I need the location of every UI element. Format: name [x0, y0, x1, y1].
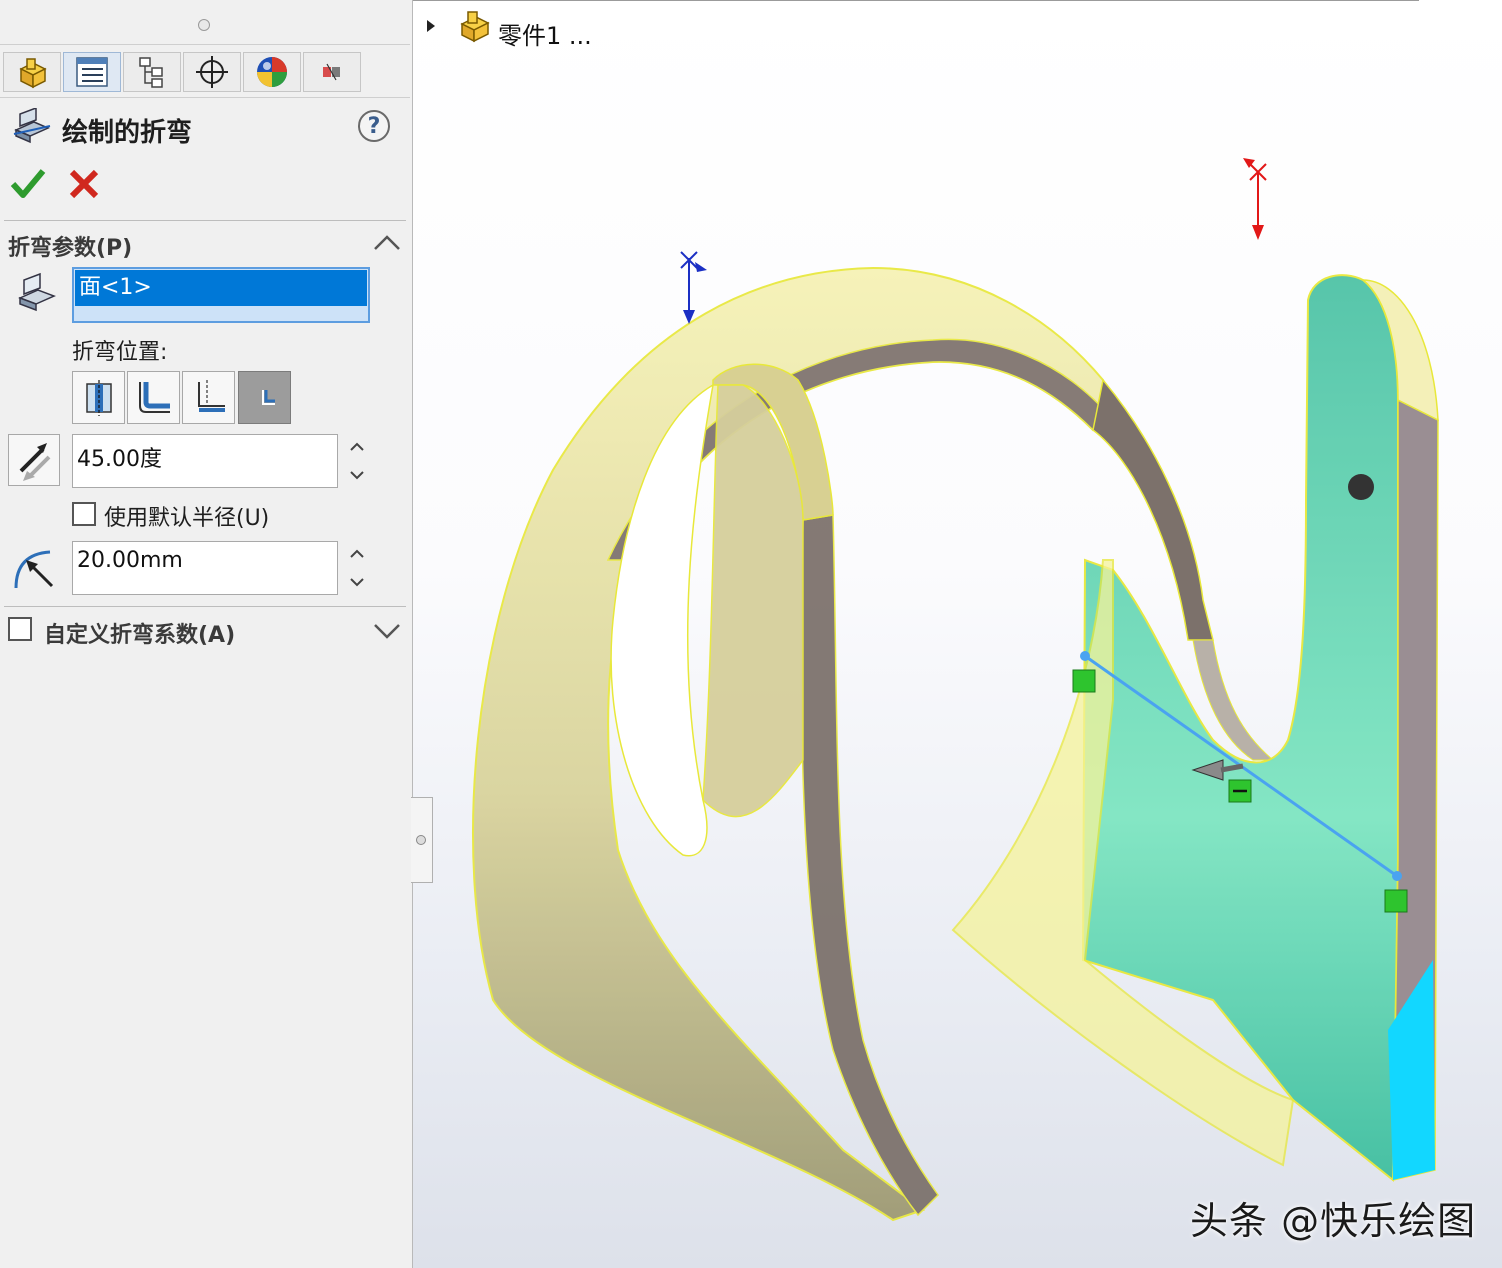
- bend-radius-icon: [14, 550, 54, 589]
- panel-collapse-tab[interactable]: [411, 797, 433, 883]
- selected-face-item[interactable]: 面<1>: [75, 270, 367, 306]
- coincident-relation-icon: [1384, 889, 1408, 913]
- manager-tab-bar: [0, 44, 410, 98]
- checkmark-icon: [10, 169, 46, 198]
- spin-up-icon: [350, 549, 364, 558]
- tab-extra[interactable]: [303, 52, 361, 92]
- tab-feature-manager[interactable]: [3, 52, 61, 92]
- bend-position-outside-button[interactable]: [238, 371, 291, 424]
- use-default-radius-checkbox[interactable]: [72, 502, 96, 526]
- chevron-down-icon[interactable]: [372, 620, 402, 642]
- blue-axis-indicator: [680, 251, 707, 324]
- sketched-bend-icon: [13, 108, 51, 144]
- property-manager-title: 绘制的折弯: [62, 118, 193, 148]
- configuration-tree-icon: [139, 57, 163, 88]
- close-icon: [69, 169, 99, 199]
- bend-parameters-section-title[interactable]: 折弯参数(P): [8, 230, 132, 262]
- tab-property-manager[interactable]: [63, 52, 121, 92]
- reverse-direction-icon: [19, 443, 51, 481]
- tab-display-manager[interactable]: [243, 52, 301, 92]
- use-default-radius-label[interactable]: 使用默认半径(U): [104, 500, 269, 532]
- crosshair-icon: [196, 56, 228, 88]
- reverse-direction-button[interactable]: [8, 434, 60, 486]
- collapse-handle-icon: [416, 835, 426, 845]
- divider: [4, 606, 406, 607]
- property-manager-header: 绘制的折弯 ?: [10, 104, 406, 154]
- spin-up-icon: [350, 442, 364, 451]
- face-select-icon: [18, 272, 56, 312]
- part-cube-icon: [19, 58, 47, 89]
- bend-centerline-icon: [85, 379, 112, 416]
- bend-outside-icon: [261, 389, 275, 405]
- part-icon: [460, 11, 490, 43]
- custom-bend-allowance-title[interactable]: 自定义折弯系数(A): [44, 617, 235, 649]
- small-tool-icon: [323, 63, 340, 81]
- tab-dimxpert-manager[interactable]: [183, 52, 241, 92]
- bend-position-centerline-button[interactable]: [72, 371, 125, 424]
- coincident-relation-icon: [1072, 669, 1096, 693]
- part-name[interactable]: 零件1 ...: [498, 16, 592, 51]
- custom-bend-allowance-checkbox[interactable]: [8, 617, 32, 641]
- property-manager-panel: 绘制的折弯 ? 折弯参数(P) 面<1> 折弯位置: 45.00度 使用默认半径…: [0, 0, 413, 1268]
- ok-button[interactable]: [10, 166, 46, 202]
- material-outside-icon: [197, 379, 225, 412]
- bend-position-material-inside-button[interactable]: [127, 371, 180, 424]
- property-list-icon: [76, 57, 108, 87]
- bend-radius-input[interactable]: 20.00mm: [72, 541, 338, 595]
- hole: [1348, 474, 1374, 500]
- sheet-metal-model[interactable]: [413, 0, 1502, 1268]
- red-axis-indicator: [1243, 158, 1267, 240]
- bend-angle-input[interactable]: 45.00度: [72, 434, 338, 488]
- face-selection-box[interactable]: 面<1>: [72, 267, 370, 323]
- material-inside-icon: [138, 381, 170, 413]
- help-button[interactable]: ?: [358, 110, 390, 142]
- watermark-text: 头条 @快乐绘图: [1190, 1199, 1477, 1243]
- spin-down-icon: [350, 578, 364, 587]
- bend-position-material-outside-button[interactable]: [182, 371, 235, 424]
- divider: [4, 220, 406, 221]
- bend-radius-spinner[interactable]: [340, 541, 374, 595]
- tab-configuration-manager[interactable]: [123, 52, 181, 92]
- bend-angle-spinner[interactable]: [340, 434, 374, 488]
- panel-grip-handle[interactable]: [198, 19, 210, 31]
- spin-down-icon: [350, 471, 364, 480]
- bend-radius-value: 20.00mm: [77, 548, 183, 573]
- tree-expand-arrow-icon[interactable]: [426, 18, 436, 34]
- cancel-button[interactable]: [66, 166, 102, 202]
- bend-angle-value: 45.00度: [77, 447, 162, 472]
- bend-position-label: 折弯位置:: [72, 340, 168, 365]
- help-icon: ?: [367, 113, 381, 139]
- color-sphere-icon: [257, 57, 287, 87]
- chevron-up-icon[interactable]: [372, 232, 402, 254]
